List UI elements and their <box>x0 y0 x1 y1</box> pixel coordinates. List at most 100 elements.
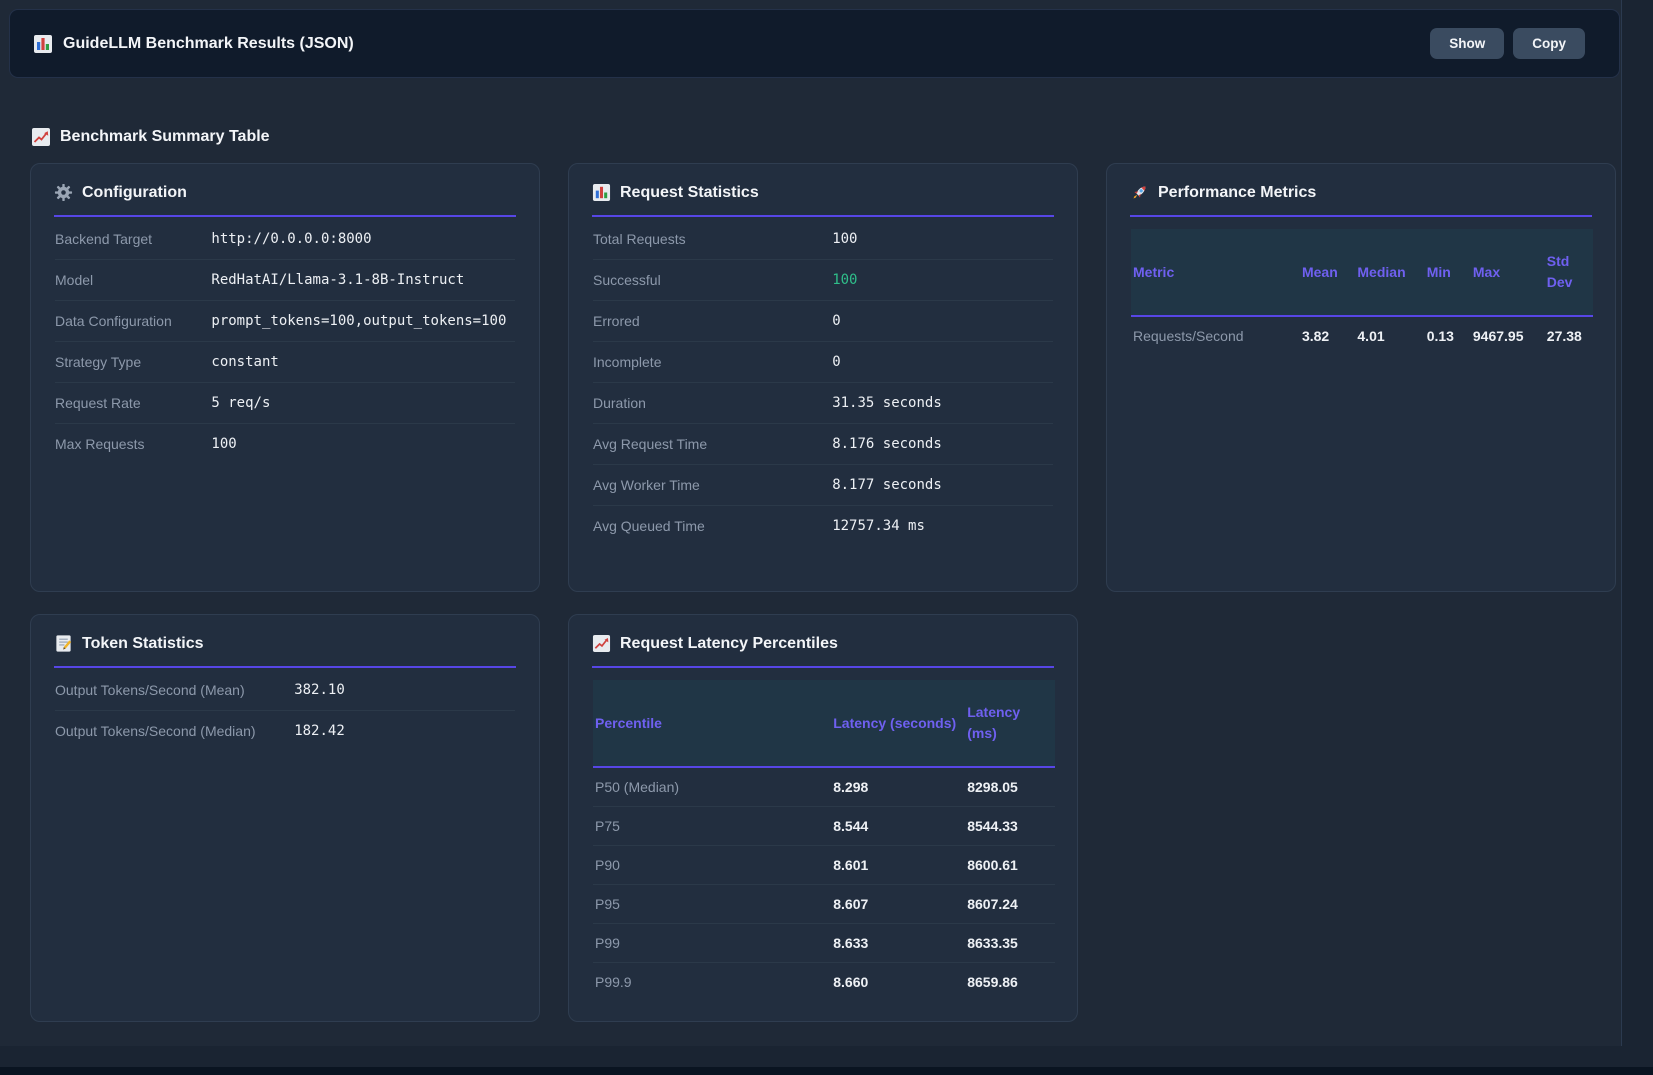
latency-percentiles-card: Request Latency Percentiles Percentile L… <box>568 614 1078 1022</box>
row-label: Output Tokens/Second (Mean) <box>55 682 294 698</box>
cell-latency-seconds: 8.298 <box>833 767 967 807</box>
row-label: Data Configuration <box>55 313 211 329</box>
cell-latency-seconds: 8.544 <box>833 807 967 846</box>
stat-row-incomplete: Incomplete 0 <box>593 342 1053 383</box>
chart-increasing-icon <box>31 127 51 147</box>
stat-row-successful: Successful 100 <box>593 260 1053 301</box>
cell-latency-ms: 8544.33 <box>967 807 1055 846</box>
row-value: 0 <box>832 354 840 370</box>
cell-percentile: P50 (Median) <box>593 767 833 807</box>
gear-icon <box>54 183 73 202</box>
row-value: 100 <box>211 436 236 452</box>
cell-percentile: P99 <box>593 924 833 963</box>
config-row-request-rate: Request Rate 5 req/s <box>55 383 515 424</box>
row-value: 5 req/s <box>211 395 270 411</box>
bar-chart-icon <box>592 183 611 202</box>
cell-percentile: P90 <box>593 846 833 885</box>
row-value: 8.177 seconds <box>832 477 942 493</box>
right-gutter <box>1621 0 1653 1075</box>
card-grid: Configuration Backend Target http://0.0.… <box>30 163 1622 1022</box>
rocket-icon <box>1130 183 1149 202</box>
cell-latency-ms: 8607.24 <box>967 885 1055 924</box>
header-actions: Show Copy <box>1430 28 1585 59</box>
row-value: 0 <box>832 313 840 329</box>
token-statistics-card: Token Statistics Output Tokens/Second (M… <box>30 614 540 1022</box>
performance-metrics-card: Performance Metrics Metric Mean Median M… <box>1106 163 1616 592</box>
row-label: Output Tokens/Second (Median) <box>55 723 294 739</box>
row-value: http://0.0.0.0:8000 <box>211 231 371 247</box>
col-header-metric: Metric <box>1131 229 1302 316</box>
col-header-min: Min <box>1427 229 1473 316</box>
cell-percentile: P99.9 <box>593 963 833 1002</box>
cell-latency-ms: 8659.86 <box>967 963 1055 1002</box>
request-statistics-title: Request Statistics <box>620 184 759 202</box>
performance-metrics-table: Metric Mean Median Min Max Std Dev Reque… <box>1131 229 1593 355</box>
cell-latency-seconds: 8.601 <box>833 846 967 885</box>
cell-latency-ms: 8298.05 <box>967 767 1055 807</box>
cell-percentile: P75 <box>593 807 833 846</box>
row-label: Max Requests <box>55 436 211 452</box>
row-value: constant <box>211 354 278 370</box>
row-value: prompt_tokens=100,output_tokens=100 <box>211 313 506 329</box>
token-statistics-card-header: Token Statistics <box>54 615 516 668</box>
row-label: Backend Target <box>55 231 211 247</box>
latency-percentiles-table: Percentile Latency (seconds) Latency (ms… <box>593 680 1055 1001</box>
footer-strip <box>0 1046 1653 1067</box>
request-statistics-card: Request Statistics Total Requests 100 Su… <box>568 163 1078 592</box>
config-row-backend-target: Backend Target http://0.0.0.0:8000 <box>55 219 515 260</box>
copy-button[interactable]: Copy <box>1513 28 1585 59</box>
configuration-card: Configuration Backend Target http://0.0.… <box>30 163 540 592</box>
cell-percentile: P95 <box>593 885 833 924</box>
col-header-max: Max <box>1473 229 1547 316</box>
row-value: 31.35 seconds <box>832 395 942 411</box>
header-left: GuideLLM Benchmark Results (JSON) <box>33 34 354 54</box>
section-heading: Benchmark Summary Table <box>31 127 1622 147</box>
performance-metrics-card-header: Performance Metrics <box>1130 164 1592 217</box>
latency-row-p99-9: P99.9 8.660 8659.86 <box>593 963 1055 1002</box>
cell-min: 0.13 <box>1427 316 1473 355</box>
configuration-card-header: Configuration <box>54 164 516 217</box>
cell-median: 4.01 <box>1357 316 1426 355</box>
row-label: Request Rate <box>55 395 211 411</box>
latency-row-p50: P50 (Median) 8.298 8298.05 <box>593 767 1055 807</box>
col-header-percentile: Percentile <box>593 680 833 767</box>
config-row-data-configuration: Data Configuration prompt_tokens=100,out… <box>55 301 515 342</box>
col-header-mean: Mean <box>1302 229 1357 316</box>
configuration-rows: Backend Target http://0.0.0.0:8000 Model… <box>55 217 515 464</box>
row-label: Avg Worker Time <box>593 477 832 493</box>
row-value: 182.42 <box>294 723 345 739</box>
header-bar: GuideLLM Benchmark Results (JSON) Show C… <box>9 9 1620 78</box>
row-label: Duration <box>593 395 832 411</box>
latency-row-p95: P95 8.607 8607.24 <box>593 885 1055 924</box>
request-statistics-card-header: Request Statistics <box>592 164 1054 217</box>
latency-percentiles-card-header: Request Latency Percentiles <box>592 615 1054 668</box>
col-header-latency-seconds: Latency (seconds) <box>833 680 967 767</box>
token-row-median: Output Tokens/Second (Median) 182.42 <box>55 711 515 751</box>
row-value: 12757.34 ms <box>832 518 925 534</box>
row-label: Total Requests <box>593 231 832 247</box>
row-label: Incomplete <box>593 354 832 370</box>
token-statistics-title: Token Statistics <box>82 635 204 653</box>
row-value: RedHatAI/Llama-3.1-8B-Instruct <box>211 272 464 288</box>
config-row-strategy-type: Strategy Type constant <box>55 342 515 383</box>
row-label: Avg Request Time <box>593 436 832 452</box>
latency-percentiles-title: Request Latency Percentiles <box>620 635 838 653</box>
app-content: GuideLLM Benchmark Results (JSON) Show C… <box>0 0 1622 1022</box>
cell-metric: Requests/Second <box>1131 316 1302 355</box>
chart-increasing-icon <box>592 634 611 653</box>
stat-row-avg-worker-time: Avg Worker Time 8.177 seconds <box>593 465 1053 506</box>
token-row-mean: Output Tokens/Second (Mean) 382.10 <box>55 670 515 711</box>
stat-row-errored: Errored 0 <box>593 301 1053 342</box>
config-row-model: Model RedHatAI/Llama-3.1-8B-Instruct <box>55 260 515 301</box>
stat-row-duration: Duration 31.35 seconds <box>593 383 1053 424</box>
grid-spacer <box>1106 614 1616 1022</box>
performance-table-header-row: Metric Mean Median Min Max Std Dev <box>1131 229 1593 316</box>
footer-strip-dark <box>0 1067 1653 1075</box>
request-statistics-rows: Total Requests 100 Successful 100 Errore… <box>593 217 1053 546</box>
configuration-title: Configuration <box>82 184 187 202</box>
latency-row-p99: P99 8.633 8633.35 <box>593 924 1055 963</box>
show-button[interactable]: Show <box>1430 28 1504 59</box>
latency-row-p75: P75 8.544 8544.33 <box>593 807 1055 846</box>
performance-metrics-title: Performance Metrics <box>1158 184 1316 202</box>
stat-row-avg-queued-time: Avg Queued Time 12757.34 ms <box>593 506 1053 546</box>
